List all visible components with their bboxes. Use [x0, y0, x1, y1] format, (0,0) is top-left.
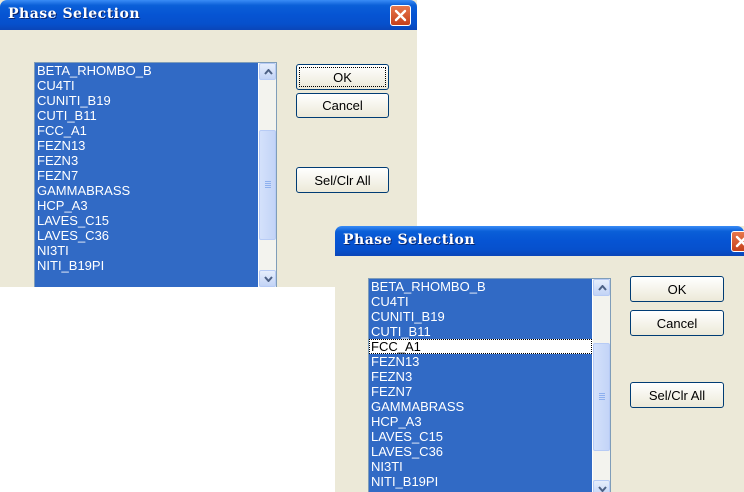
select-clear-all-button[interactable]: Sel/Clr All	[296, 167, 389, 193]
list-item[interactable]: CU4TI	[369, 294, 592, 309]
list-item[interactable]: FCC_A1	[35, 123, 258, 138]
scroll-up-button[interactable]	[593, 279, 610, 296]
list-item[interactable]: NITI_B19PI	[369, 474, 592, 489]
list-item[interactable]: GAMMABRASS	[35, 183, 258, 198]
scroll-down-button[interactable]	[593, 480, 610, 492]
scroll-down-button[interactable]	[259, 270, 276, 287]
arrow-down-icon	[264, 276, 273, 282]
list-item[interactable]: FEZN7	[35, 168, 258, 183]
cancel-button[interactable]: Cancel	[296, 93, 389, 118]
close-button[interactable]	[390, 5, 411, 26]
list-item[interactable]: CUTI_B11	[369, 324, 592, 339]
list-item[interactable]: BETA_RHOMBO_B	[369, 279, 592, 294]
phase-list: BETA_RHOMBO_B CU4TI CUNITI_B19 CUTI_B11 FCC_…	[369, 279, 592, 492]
list-item[interactable]: CUNITI_B19	[369, 309, 592, 324]
dialog-title: Phase Selection	[343, 232, 476, 248]
cancel-button[interactable]: Cancel	[630, 310, 724, 336]
ok-button[interactable]: OK	[630, 276, 724, 302]
phase-listbox[interactable]: BETA_RHOMBO_B CU4TI CUNITI_B19 CUTI_B11 FCC_…	[368, 278, 611, 492]
list-item[interactable]: NI3TI	[35, 243, 258, 258]
select-clear-all-button[interactable]: Sel/Clr All	[630, 382, 724, 408]
vertical-scrollbar[interactable]	[593, 279, 610, 492]
list-item[interactable]: LAVES_C15	[369, 429, 592, 444]
scroll-up-button[interactable]	[259, 63, 276, 80]
arrow-down-icon	[598, 486, 607, 492]
scroll-thumb[interactable]	[593, 343, 610, 451]
list-item[interactable]: NITI_B19PI	[35, 258, 258, 273]
title-bar[interactable]: Phase Selection	[335, 226, 744, 256]
list-item[interactable]: CUTI_B11	[35, 108, 258, 123]
list-item[interactable]: HCP_A3	[35, 198, 258, 213]
vertical-scrollbar[interactable]	[259, 63, 276, 287]
list-item[interactable]: LAVES_C36	[35, 228, 258, 243]
list-item[interactable]: BETA_RHOMBO_B	[35, 63, 258, 78]
phase-list: BETA_RHOMBO_B CU4TI CUNITI_B19 CUTI_B11 FCC_…	[35, 63, 258, 287]
list-item[interactable]: CUNITI_B19	[35, 93, 258, 108]
scroll-thumb[interactable]	[259, 130, 276, 240]
close-icon	[394, 9, 407, 22]
list-item[interactable]: FEZN13	[35, 138, 258, 153]
phase-selection-dialog: Phase Selection BETA_RHOMBO_B CU4TI CUNITI…	[335, 226, 744, 492]
close-icon	[735, 235, 744, 248]
list-item[interactable]: GAMMABRASS	[369, 399, 592, 414]
list-item[interactable]: FEZN13	[369, 354, 592, 369]
ok-button[interactable]: OK	[296, 64, 389, 90]
arrow-up-icon	[264, 69, 273, 75]
list-item[interactable]: FEZN3	[369, 369, 592, 384]
list-item[interactable]: HCP_A3	[369, 414, 592, 429]
close-button[interactable]	[731, 231, 744, 252]
phase-listbox[interactable]: BETA_RHOMBO_B CU4TI CUNITI_B19 CUTI_B11 FCC_…	[34, 62, 277, 287]
list-item[interactable]: LAVES_C36	[369, 444, 592, 459]
title-bar[interactable]: Phase Selection	[0, 0, 417, 30]
list-item[interactable]: NI3TI	[369, 459, 592, 474]
list-item[interactable]: LAVES_C15	[35, 213, 258, 228]
list-item[interactable]: FEZN3	[35, 153, 258, 168]
list-item[interactable]: FCC_A1	[369, 339, 592, 354]
dialog-title: Phase Selection	[8, 6, 141, 22]
list-item[interactable]: CU4TI	[35, 78, 258, 93]
list-item[interactable]: FEZN7	[369, 384, 592, 399]
arrow-up-icon	[598, 285, 607, 291]
